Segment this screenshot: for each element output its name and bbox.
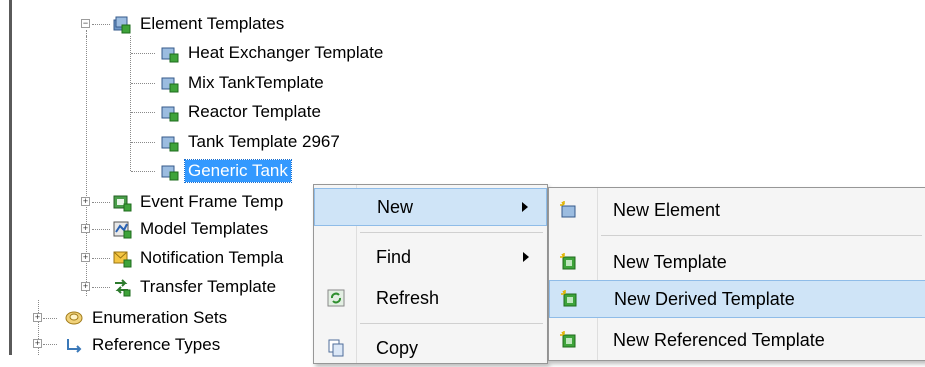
tree-connector (131, 171, 155, 172)
expand-toggle[interactable]: + (33, 339, 42, 348)
collapse-toggle[interactable]: − (81, 19, 90, 28)
model-templates-icon (113, 221, 132, 239)
tree-node-label: Tank Template 2967 (188, 132, 340, 151)
tree-connector (92, 202, 110, 203)
expand-toggle[interactable]: + (81, 253, 90, 262)
tree-node-reference-types[interactable]: Reference Types (64, 333, 223, 357)
menu-item-new-referenced-template[interactable]: New Referenced Template (549, 321, 925, 359)
new-referenced-template-icon (560, 331, 576, 348)
tree-connector (43, 318, 57, 319)
context-menu: New Find Refresh Copy (313, 184, 548, 364)
reference-types-icon (67, 339, 82, 353)
tree-connector (92, 258, 110, 259)
submenu-arrow-icon (522, 202, 528, 212)
tree-connector (131, 112, 155, 113)
element-templates-icon (113, 16, 131, 34)
template-icon (161, 136, 179, 152)
template-icon (161, 106, 179, 122)
tree-node-event-frame-templates[interactable]: Event Frame Temp (112, 190, 286, 214)
tree-node-tank-template-2967[interactable]: Tank Template 2967 (160, 130, 343, 154)
tree-connector (92, 229, 110, 230)
template-icon (161, 165, 179, 181)
tree-node-label: Enumeration Sets (92, 308, 228, 327)
tree-node-heat-exchanger-template[interactable]: Heat Exchanger Template (160, 41, 386, 65)
menu-item-find[interactable]: Find (314, 238, 547, 276)
transfer-icon (115, 279, 131, 297)
new-submenu: New Element New Template New Derived Tem… (548, 187, 925, 361)
template-icon (161, 47, 179, 63)
menu-item-label: Find (376, 246, 412, 267)
expand-toggle[interactable]: + (81, 197, 90, 206)
new-template-icon (560, 253, 576, 270)
menu-item-new-template[interactable]: New Template (549, 243, 925, 281)
template-icon (161, 77, 179, 93)
tree-node-mix-tank-template[interactable]: Mix TankTemplate (160, 71, 327, 95)
menu-item-label: Copy (376, 337, 419, 358)
tree-node-notification-templates[interactable]: Notification Templa (112, 246, 286, 270)
menu-item-label: New Referenced Template (613, 329, 825, 350)
tree-node-element-templates[interactable]: Element Templates (112, 12, 287, 36)
refresh-icon (327, 289, 345, 307)
tree-connector (131, 83, 155, 84)
tree-node-label: Element Templates (140, 14, 285, 33)
menu-item-copy[interactable]: Copy (314, 329, 547, 367)
notification-icon (113, 251, 132, 268)
menu-item-refresh[interactable]: Refresh (314, 279, 547, 317)
tree-node-label: Model Templates (140, 219, 269, 238)
tree-node-label: Reactor Template (188, 102, 321, 121)
menu-separator (360, 323, 543, 324)
menu-separator (360, 232, 543, 233)
tree-node-model-templates[interactable]: Model Templates (112, 217, 271, 241)
expand-toggle[interactable]: + (81, 282, 90, 291)
tree-node-label: Mix TankTemplate (188, 73, 324, 92)
menu-item-label: New Derived Template (614, 288, 795, 309)
tree-node-transfer-templates[interactable]: Transfer Template (112, 275, 279, 299)
tree-node-label: Heat Exchanger Template (188, 43, 384, 62)
tree-node-reactor-template[interactable]: Reactor Template (160, 100, 324, 124)
tree-connector (130, 36, 131, 171)
menu-separator (601, 235, 922, 236)
submenu-arrow-icon (523, 252, 529, 262)
enumeration-sets-icon (65, 311, 83, 325)
expand-toggle[interactable]: + (33, 313, 42, 322)
tree-node-label: Reference Types (92, 335, 221, 354)
tree-connector (92, 24, 110, 25)
tree-node-enumeration-sets[interactable]: Enumeration Sets (64, 306, 230, 330)
event-frame-icon (113, 195, 132, 212)
tree-connector (131, 53, 155, 54)
tree-connector (131, 142, 155, 143)
expand-toggle[interactable]: + (81, 224, 90, 233)
menu-item-new-derived-template[interactable]: New Derived Template (549, 280, 925, 318)
menu-item-new-element[interactable]: New Element (549, 191, 925, 229)
new-element-icon (560, 201, 576, 218)
tree-node-label: Event Frame Temp (140, 192, 284, 211)
tree-node-generic-tank[interactable]: Generic Tank (160, 159, 292, 183)
tree-node-label: Generic Tank (184, 159, 292, 183)
menu-item-new[interactable]: New (314, 188, 547, 226)
tree-node-label: Notification Templa (140, 248, 284, 267)
new-derived-template-icon (561, 290, 577, 307)
tree-node-label: Transfer Template (140, 277, 277, 296)
tree-connector (43, 344, 57, 345)
copy-icon (328, 339, 344, 357)
menu-item-label: Refresh (376, 287, 440, 308)
menu-item-label: New Element (613, 199, 721, 220)
menu-item-label: New Template (613, 251, 727, 272)
tree-connector (92, 287, 110, 288)
menu-item-label: New (377, 196, 414, 217)
